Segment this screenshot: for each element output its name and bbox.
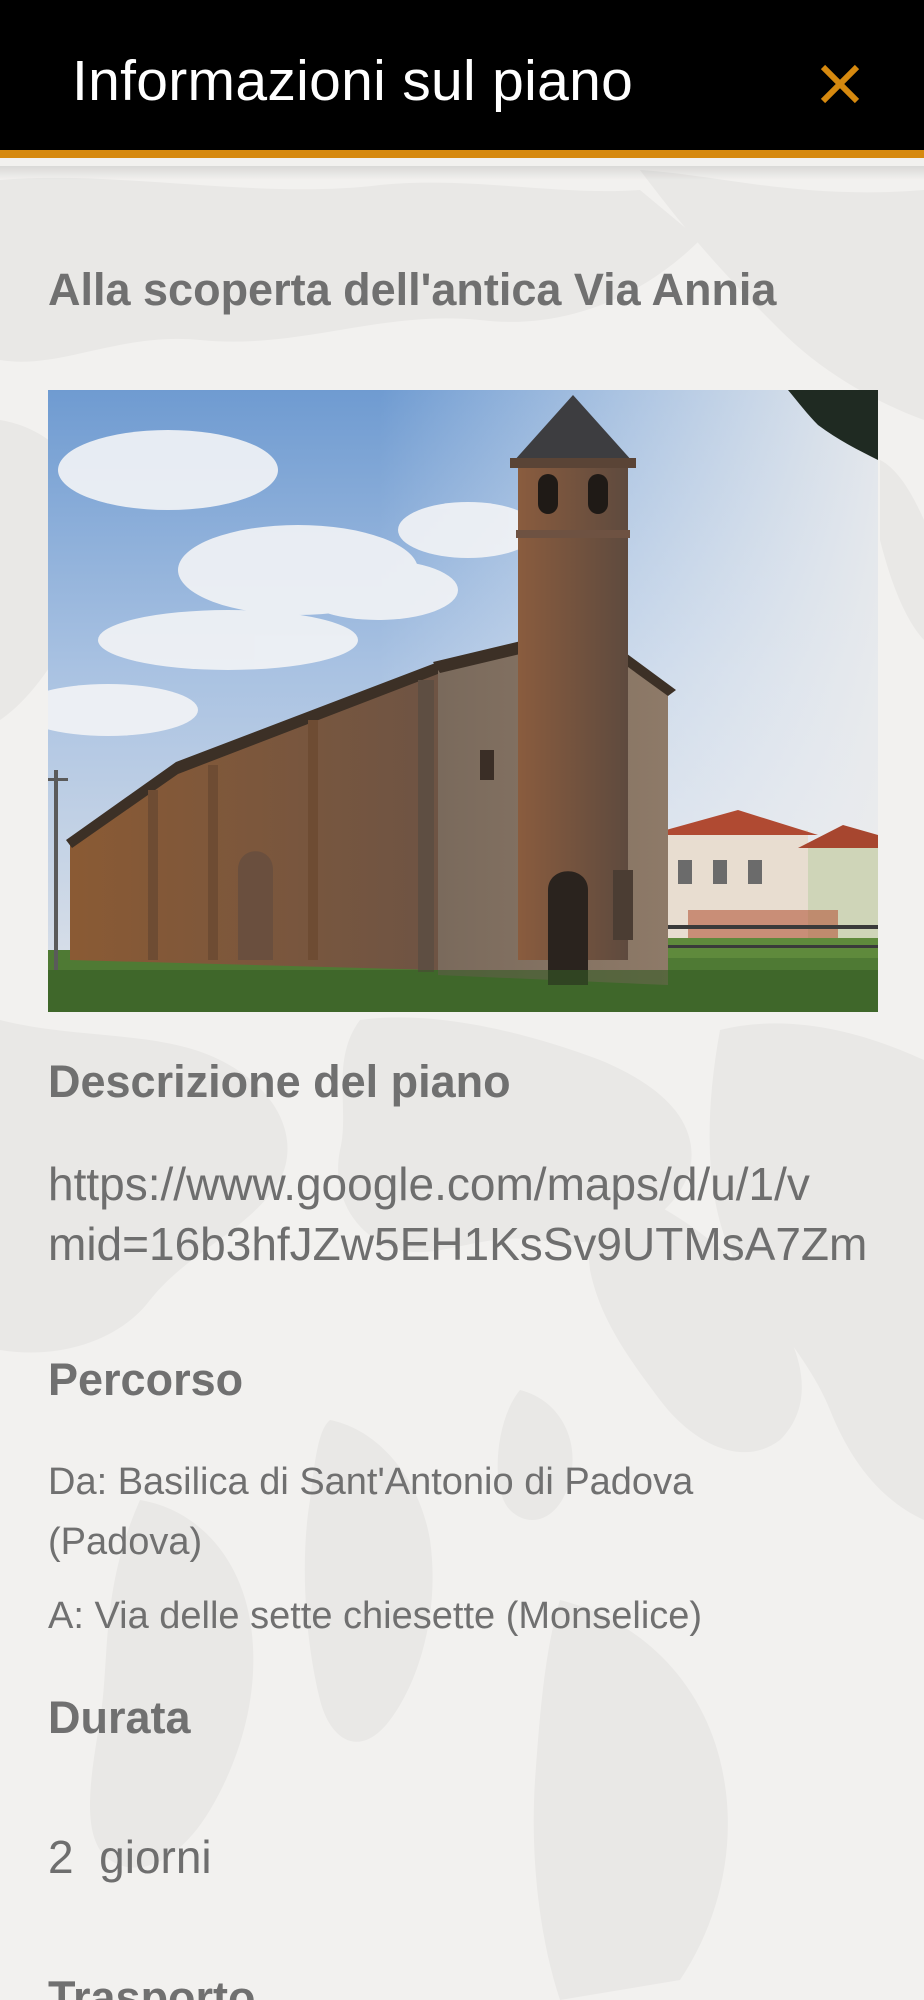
description-line: https://www.google.com/maps/d/u/1/v <box>48 1158 810 1210</box>
duration-heading: Durata <box>48 1692 191 1743</box>
plan-description-link[interactable]: https://www.google.com/maps/d/u/1/v mid=… <box>48 1154 878 1274</box>
transport-heading: Trasporto <box>48 1972 256 2000</box>
plan-info-content[interactable]: Alla scoperta dell'antica Via Annia Desc… <box>0 0 924 2000</box>
duration-value: 2 giorni <box>48 1831 212 1883</box>
close-button[interactable] <box>808 52 872 116</box>
plan-photo <box>48 390 878 1012</box>
header-shadow <box>0 166 924 180</box>
page-title: Informazioni sul piano <box>72 49 634 113</box>
route-heading: Percorso <box>48 1354 244 1405</box>
route-from: Da: Basilica di Sant'Antonio di Padova (… <box>48 1461 694 1563</box>
description-line: mid=16b3hfJZw5EH1KsSv9UTMsA7Zm <box>48 1218 868 1270</box>
description-heading: Descrizione del piano <box>48 1056 511 1107</box>
church-photo-illustration <box>48 390 878 1012</box>
top-app-bar: Informazioni sul piano <box>0 0 924 158</box>
plan-title: Alla scoperta dell'antica Via Annia <box>48 264 777 315</box>
route-to: A: Via delle sette chiesette (Monselice) <box>48 1595 703 1637</box>
app-screen: Informazioni sul piano Alla scoperta del… <box>0 0 924 2000</box>
close-icon <box>820 64 860 104</box>
